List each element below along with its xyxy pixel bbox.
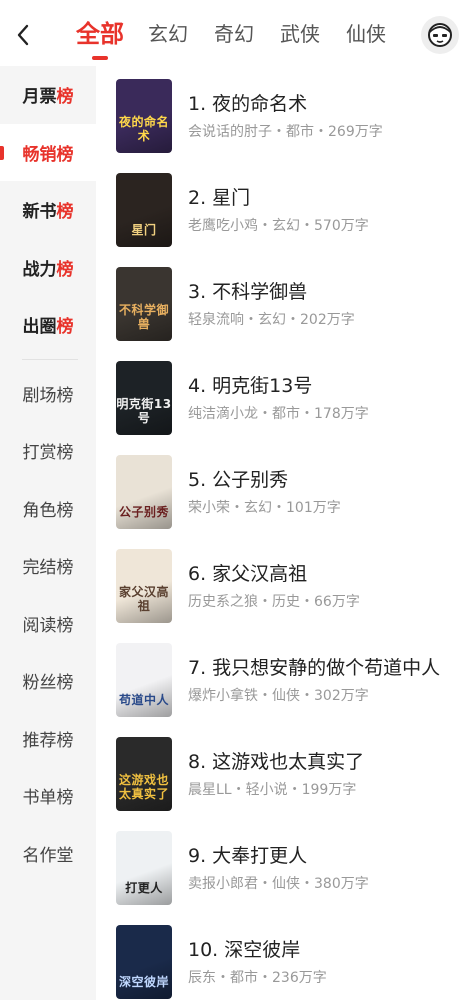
book-cover[interactable]: 夜的命名术 xyxy=(116,79,172,153)
sidebar-item-suffix: 榜 xyxy=(56,202,74,223)
book-meta: 会说话的肘子・都市・269万字 xyxy=(188,124,383,140)
book-cover-text: 星门 xyxy=(131,223,157,237)
book-cover[interactable]: 家父汉高祖 xyxy=(116,549,172,623)
book-title[interactable]: 10. 深空彼岸 xyxy=(188,935,450,962)
book-meta: 轻泉流响・玄幻・202万字 xyxy=(188,312,355,328)
book-row[interactable]: 星门 2. 星门老鹰吃小鸡・玄幻・570万字 xyxy=(96,160,469,254)
book-cover-text: 不科学御兽 xyxy=(118,303,169,331)
sidebar-item-suffix: 榜 xyxy=(56,144,74,165)
sidebar-secondary-item-1[interactable]: 打赏榜 xyxy=(0,422,96,480)
sidebar-item-label: 月票 xyxy=(22,87,57,108)
sidebar-secondary-item-2[interactable]: 角色榜 xyxy=(0,480,96,538)
book-cover-text: 深空彼岸 xyxy=(118,975,169,989)
book-row[interactable]: 明克街13号 4. 明克街13号纯洁滴小龙・都市・178万字 xyxy=(96,348,469,442)
chevron-left-icon xyxy=(17,24,29,46)
book-meta: 历史系之狼・历史・66万字 xyxy=(188,594,360,610)
book-meta: 卖报小郎君・仙侠・380万字 xyxy=(188,876,369,892)
sidebar-item-0[interactable]: 月票榜 xyxy=(0,66,96,124)
sidebar-item-label: 出圈 xyxy=(22,317,57,338)
book-cover[interactable]: 明克街13号 xyxy=(116,361,172,435)
book-cover-text: 这游戏也太真实了 xyxy=(118,773,169,801)
sidebar-secondary-item-4[interactable]: 阅读榜 xyxy=(0,595,96,653)
book-cover-text: 夜的命名术 xyxy=(118,115,169,143)
book-cover[interactable]: 打更人 xyxy=(116,831,172,905)
sidebar-secondary-item-3[interactable]: 完结榜 xyxy=(0,537,96,595)
book-row[interactable]: 深空彼岸 10. 深空彼岸辰东・都市・236万字 xyxy=(96,912,469,1000)
book-cover[interactable]: 不科学御兽 xyxy=(116,267,172,341)
book-meta: 纯洁滴小龙・都市・178万字 xyxy=(188,406,369,422)
sidebar-item-1[interactable]: 畅销榜 xyxy=(0,123,96,181)
sidebar-secondary-item-0[interactable]: 剧场榜 xyxy=(0,365,96,423)
tab-1[interactable]: 玄幻 xyxy=(148,14,188,54)
book-title[interactable]: 7. 我只想安静的做个苟道中人 xyxy=(188,653,450,680)
book-cover[interactable]: 公子别秀 xyxy=(116,455,172,529)
top-bar: 全部 玄幻 奇幻 武侠 仙侠 xyxy=(0,0,469,66)
book-cover[interactable]: 苟道中人 xyxy=(116,643,172,717)
book-row[interactable]: 家父汉高祖 6. 家父汉高祖历史系之狼・历史・66万字 xyxy=(96,536,469,630)
user-avatar-icon xyxy=(428,23,452,47)
book-row[interactable]: 这游戏也太真实了 8. 这游戏也太真实了晨星LL・轻小说・199万字 xyxy=(96,724,469,818)
sidebar-item-suffix: 榜 xyxy=(56,87,74,108)
book-title[interactable]: 5. 公子别秀 xyxy=(188,465,450,492)
book-cover-text: 公子别秀 xyxy=(118,505,169,519)
book-title[interactable]: 9. 大奉打更人 xyxy=(188,841,450,868)
book-row[interactable]: 公子别秀 5. 公子别秀荣小荣・玄幻・101万字 xyxy=(96,442,469,536)
ranking-sidebar: 月票榜畅销榜新书榜战力榜出圈榜剧场榜 打赏榜 角色榜 完结榜 阅读榜 粉丝榜 推荐榜 书单榜名… xyxy=(0,66,96,1000)
avatar-button[interactable] xyxy=(421,16,459,54)
book-meta: 老鹰吃小鸡・玄幻・570万字 xyxy=(188,218,369,234)
sidebar-item-suffix: 榜 xyxy=(56,317,74,338)
book-meta: 辰东・都市・236万字 xyxy=(188,970,327,986)
sidebar-secondary-item-6[interactable]: 推荐榜 xyxy=(0,710,96,768)
tab-3[interactable]: 武侠 xyxy=(280,14,320,54)
sidebar-item-label: 畅销 xyxy=(22,144,57,165)
tab-4[interactable]: 仙侠 xyxy=(346,14,386,54)
tab-0[interactable]: 全部 xyxy=(76,14,124,60)
book-title[interactable]: 3. 不科学御兽 xyxy=(188,277,450,304)
book-title[interactable]: 2. 星门 xyxy=(188,183,450,210)
book-row[interactable]: 苟道中人 7. 我只想安静的做个苟道中人爆炸小拿铁・仙侠・302万字 xyxy=(96,630,469,724)
book-cover[interactable]: 深空彼岸 xyxy=(116,925,172,999)
sidebar-secondary-item-8[interactable]: 名作堂 xyxy=(0,825,96,883)
back-button[interactable] xyxy=(8,18,38,52)
book-title[interactable]: 1. 夜的命名术 xyxy=(188,89,450,116)
sidebar-divider xyxy=(22,358,78,360)
book-meta: 晨星LL・轻小说・199万字 xyxy=(188,782,357,798)
book-row[interactable]: 夜的命名术 1. 夜的命名术会说话的肘子・都市・269万字 xyxy=(96,66,469,160)
book-cover-text: 苟道中人 xyxy=(118,693,169,707)
book-cover-text: 明克街13号 xyxy=(116,397,172,425)
sidebar-secondary-item-5[interactable]: 粉丝榜 xyxy=(0,652,96,710)
book-cover-text: 家父汉高祖 xyxy=(118,585,169,613)
book-ranking-list: 夜的命名术 1. 夜的命名术会说话的肘子・都市・269万字星门 2. 星门老鹰吃小鸡… xyxy=(96,66,469,1000)
book-meta: 爆炸小拿铁・仙侠・302万字 xyxy=(188,688,369,704)
sidebar-secondary-item-7[interactable]: 书单榜 xyxy=(0,767,96,825)
book-row[interactable]: 不科学御兽 3. 不科学御兽轻泉流响・玄幻・202万字 xyxy=(96,254,469,348)
sidebar-item-label: 新书 xyxy=(22,202,57,223)
sidebar-item-label: 战力 xyxy=(22,259,57,280)
sidebar-item-3[interactable]: 战力榜 xyxy=(0,239,96,297)
book-title[interactable]: 4. 明克街13号 xyxy=(188,371,450,398)
tab-2[interactable]: 奇幻 xyxy=(214,14,254,54)
book-meta: 荣小荣・玄幻・101万字 xyxy=(188,500,341,516)
book-title[interactable]: 8. 这游戏也太真实了 xyxy=(188,747,450,774)
book-cover[interactable]: 星门 xyxy=(116,173,172,247)
book-cover-text: 打更人 xyxy=(125,881,163,895)
book-cover[interactable]: 这游戏也太真实了 xyxy=(116,737,172,811)
sidebar-item-2[interactable]: 新书榜 xyxy=(0,181,96,239)
book-title[interactable]: 6. 家父汉高祖 xyxy=(188,559,450,586)
category-tabs: 全部 玄幻 奇幻 武侠 仙侠 xyxy=(76,14,412,60)
sidebar-item-4[interactable]: 出圈榜 xyxy=(0,296,96,354)
book-row[interactable]: 打更人 9. 大奉打更人卖报小郎君・仙侠・380万字 xyxy=(96,818,469,912)
sidebar-item-suffix: 榜 xyxy=(56,259,74,280)
